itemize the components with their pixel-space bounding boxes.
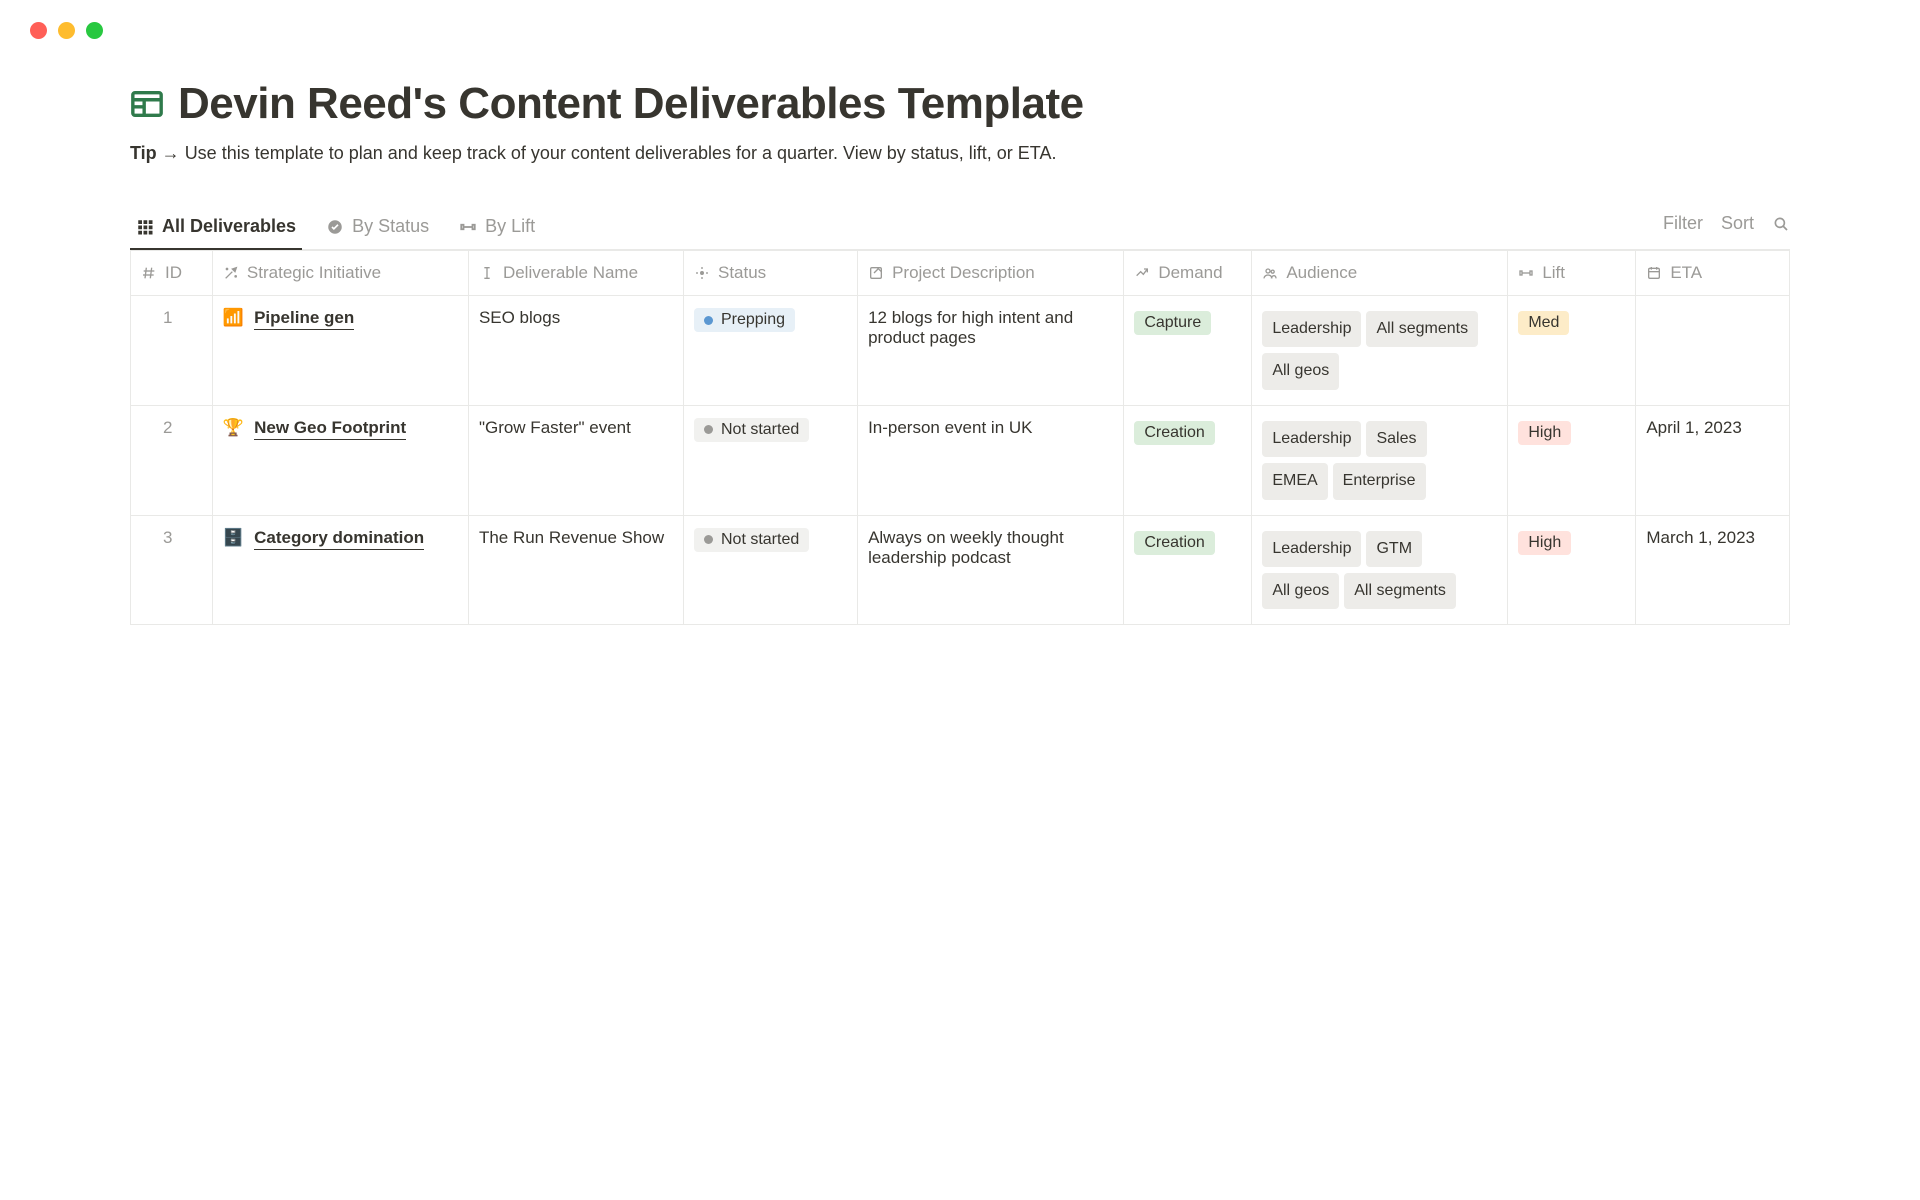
col-header-desc[interactable]: Project Description — [858, 251, 1124, 296]
initiative-emoji-icon: 🏆 — [223, 418, 244, 438]
tab-by-status[interactable]: By Status — [320, 208, 435, 249]
project-description: In-person event in UK — [868, 418, 1032, 437]
initiative-link[interactable]: 🗄️Category domination — [223, 528, 458, 550]
lift-tag[interactable]: High — [1518, 531, 1571, 555]
row-id: 1 — [147, 308, 172, 327]
audience-cell: LeadershipGTM All geosAll segments — [1262, 528, 1497, 613]
audience-cell: LeadershipSales EMEAEnterprise — [1262, 418, 1497, 503]
window-controls — [0, 0, 1920, 39]
deliverables-table: ID Strategic Initiative Deliverable Name… — [130, 250, 1790, 625]
lift-tag[interactable]: High — [1518, 421, 1571, 445]
audience-tag[interactable]: EMEA — [1262, 463, 1327, 499]
audience-tag[interactable]: All segments — [1344, 573, 1456, 609]
audience-tag[interactable]: All segments — [1366, 311, 1478, 347]
row-id: 2 — [147, 418, 172, 437]
table-row[interactable]: 2 🏆New Geo Footprint "Grow Faster" event No… — [131, 405, 1790, 515]
col-header-lift[interactable]: Lift — [1508, 251, 1636, 296]
close-window-icon[interactable] — [30, 22, 47, 39]
demand-tag[interactable]: Creation — [1134, 421, 1214, 445]
tip-text: Tip → Use this template to plan and keep… — [130, 143, 1790, 164]
status-pill[interactable]: Prepping — [694, 308, 795, 332]
minimize-window-icon[interactable] — [58, 22, 75, 39]
sort-button[interactable]: Sort — [1721, 213, 1754, 234]
col-header-demand[interactable]: Demand — [1124, 251, 1252, 296]
audience-tag[interactable]: Sales — [1366, 421, 1426, 457]
deliverable-name: "Grow Faster" event — [479, 418, 631, 437]
audience-tag[interactable]: GTM — [1366, 531, 1422, 567]
grid-icon — [136, 218, 154, 236]
col-header-initiative[interactable]: Strategic Initiative — [212, 251, 468, 296]
tip-label: Tip → — [130, 143, 180, 163]
audience-tag[interactable]: Enterprise — [1333, 463, 1426, 499]
initiative-link[interactable]: 🏆New Geo Footprint — [223, 418, 458, 440]
col-header-eta[interactable]: ETA — [1636, 251, 1790, 296]
demand-tag[interactable]: Creation — [1134, 531, 1214, 555]
audience-tag[interactable]: Leadership — [1262, 531, 1361, 567]
page-title: Devin Reed's Content Deliverables Templa… — [178, 79, 1084, 129]
audience-tag[interactable]: All geos — [1262, 353, 1339, 389]
audience-cell: LeadershipAll segments All geos — [1262, 308, 1497, 393]
audience-tag[interactable]: Leadership — [1262, 421, 1361, 457]
page-icon — [130, 87, 164, 121]
col-header-audience[interactable]: Audience — [1252, 251, 1508, 296]
table-row[interactable]: 1 📶Pipeline gen SEO blogs Prepping 12 blogs … — [131, 296, 1790, 406]
dumbbell-icon — [459, 218, 477, 236]
eta-value: April 1, 2023 — [1646, 418, 1741, 437]
demand-tag[interactable]: Capture — [1134, 311, 1211, 335]
tab-all-deliverables[interactable]: All Deliverables — [130, 208, 302, 249]
row-id: 3 — [147, 528, 172, 547]
project-description: Always on weekly thought leadership podc… — [868, 528, 1064, 567]
check-circle-icon — [326, 218, 344, 236]
lift-tag[interactable]: Med — [1518, 311, 1569, 335]
status-pill[interactable]: Not started — [694, 528, 809, 552]
audience-tag[interactable]: All geos — [1262, 573, 1339, 609]
col-header-status[interactable]: Status — [683, 251, 857, 296]
status-dot-icon — [704, 425, 713, 434]
col-header-id[interactable]: ID — [131, 251, 213, 296]
project-description: 12 blogs for high intent and product pag… — [868, 308, 1073, 347]
maximize-window-icon[interactable] — [86, 22, 103, 39]
initiative-link[interactable]: 📶Pipeline gen — [223, 308, 458, 330]
deliverable-name: The Run Revenue Show — [479, 528, 664, 547]
status-pill[interactable]: Not started — [694, 418, 809, 442]
audience-tag[interactable]: Leadership — [1262, 311, 1361, 347]
initiative-emoji-icon: 📶 — [223, 308, 244, 328]
deliverable-name: SEO blogs — [479, 308, 560, 327]
col-header-name[interactable]: Deliverable Name — [468, 251, 683, 296]
status-dot-icon — [704, 316, 713, 325]
filter-button[interactable]: Filter — [1663, 213, 1703, 234]
table-row[interactable]: 3 🗄️Category domination The Run Revenue Sh… — [131, 515, 1790, 625]
initiative-emoji-icon: 🗄️ — [223, 528, 244, 548]
eta-value: March 1, 2023 — [1646, 528, 1755, 547]
tab-by-lift[interactable]: By Lift — [453, 208, 541, 249]
status-dot-icon — [704, 535, 713, 544]
view-tabs: All DeliverablesBy StatusBy Lift Filter … — [130, 208, 1790, 250]
tip-body: Use this template to plan and keep track… — [185, 143, 1057, 163]
search-icon[interactable] — [1772, 215, 1790, 233]
